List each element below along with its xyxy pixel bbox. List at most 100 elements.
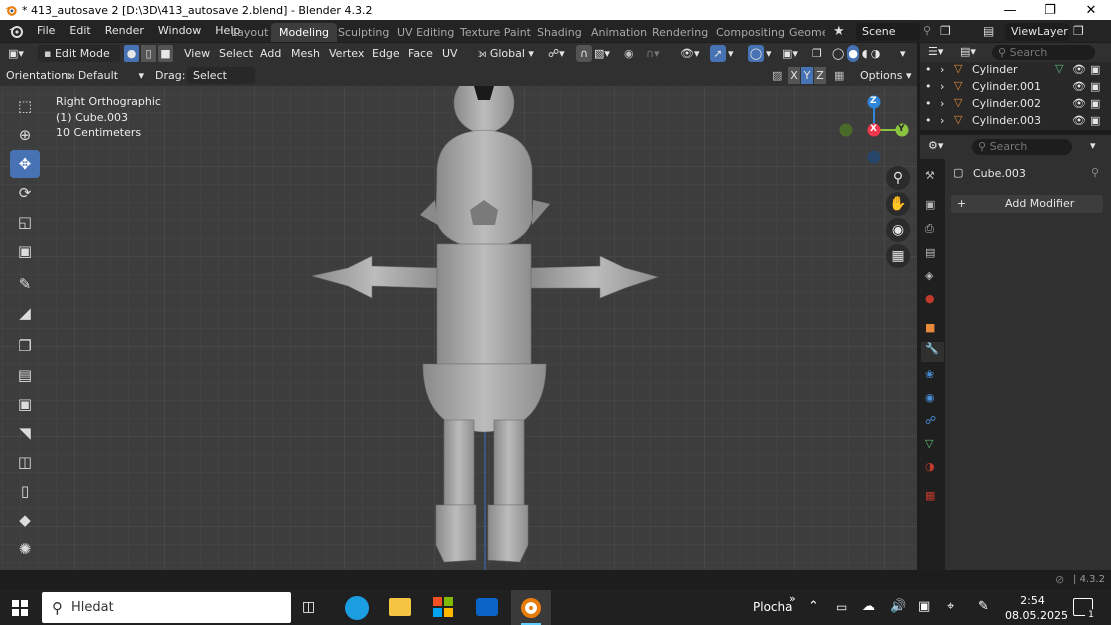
vertex-select-icon[interactable]: ● (124, 45, 139, 62)
snap-icon[interactable]: ∩ (576, 45, 592, 62)
eye-icon[interactable]: 👁 (1072, 97, 1086, 110)
outliner-search[interactable]: ⚲ Search (992, 45, 1095, 60)
render-tab-icon[interactable]: ▣ (925, 198, 935, 211)
close-icon[interactable]: ✕ (1071, 0, 1111, 20)
overlays-icon[interactable]: ◯ (748, 45, 764, 62)
pin-icon[interactable]: ⚲ (923, 24, 931, 37)
file-explorer-icon[interactable] (389, 598, 411, 616)
transform-orientation-selector[interactable]: ⟕ Global ▾ (478, 45, 542, 62)
eye-icon[interactable]: 👁 (1072, 114, 1086, 127)
camera-view-icon[interactable]: ◉ (886, 218, 910, 242)
spin-tool-icon[interactable]: ✺ (10, 535, 40, 563)
world-tab-icon[interactable]: ● (925, 292, 935, 305)
battery-icon[interactable]: ▭ (836, 600, 847, 614)
overlays-dropdown-icon[interactable]: ▾ (766, 45, 772, 62)
outlook-icon[interactable] (476, 598, 498, 616)
desktop-expand-icon[interactable]: » (789, 592, 796, 605)
proportional-edit-icon[interactable]: ◉ (624, 45, 634, 62)
rendered-shading-icon[interactable]: ◑ (871, 45, 881, 62)
tab-modeling[interactable]: Modeling (271, 23, 338, 42)
clock[interactable]: 2:54 08.05.2025 (1005, 593, 1068, 623)
gizmo-toggle-icon[interactable]: ➚ (710, 45, 726, 62)
blender-menu-icon[interactable] (8, 23, 24, 39)
gizmo-dropdown-icon[interactable]: ▾ (728, 45, 734, 62)
editor-type-icon[interactable]: ▣▾ (8, 45, 34, 62)
tab-rendering[interactable]: Rendering (644, 23, 716, 42)
menu-add[interactable]: Add (260, 45, 281, 62)
menu-uv[interactable]: UV (442, 45, 458, 62)
menu-window[interactable]: Window (151, 20, 208, 42)
scene-selector[interactable]: Scene (856, 23, 920, 41)
axis-z-toggle[interactable]: Z (814, 67, 826, 84)
grid-view-icon[interactable]: ▦ (886, 244, 910, 268)
camera-icon[interactable]: ▣ (1090, 63, 1100, 76)
auto-merge-icon[interactable]: ▦ (834, 67, 844, 84)
menu-file[interactable]: File (30, 20, 62, 42)
mode-selector[interactable]: ▪ Edit Mode ▾ (38, 45, 120, 77)
data-tab-icon[interactable]: ▽ (925, 437, 933, 450)
pin-icon[interactable]: ⚲ (1091, 166, 1099, 179)
edge-browser-icon[interactable] (345, 596, 369, 620)
properties-editor-icon[interactable]: ⚙▾ (928, 139, 943, 152)
annotate-tool-icon[interactable]: ✎ (10, 270, 40, 298)
axis-y-toggle[interactable]: Y (801, 67, 813, 84)
loop-cut-tool-icon[interactable]: ◫ (10, 448, 40, 476)
properties-search[interactable]: ⚲ Search (972, 139, 1072, 155)
edge-select-icon[interactable]: ▯ (141, 45, 156, 62)
task-view-icon[interactable]: ◫ (302, 599, 315, 615)
eye-icon[interactable]: 👁 (1072, 80, 1086, 93)
scale-tool-icon[interactable]: ◱ (10, 208, 40, 236)
orientation-selector[interactable]: ⟕ Default ▾ (66, 67, 146, 84)
face-select-icon[interactable]: ■ (158, 45, 173, 62)
cursor-tool-icon[interactable]: ⊕ (10, 121, 40, 149)
physics-tab-icon[interactable]: ◉ (925, 391, 935, 404)
taskbar-search[interactable]: ⚲ Hledat (42, 592, 291, 623)
zoom-icon[interactable]: ⚲ (886, 166, 910, 190)
outliner-row[interactable]: • › ▽ Cylinder.003 👁 ▣ (920, 113, 1111, 130)
blender-taskbar-button[interactable] (511, 590, 551, 625)
tab-geometry[interactable]: Geome (781, 23, 825, 42)
menu-edge[interactable]: Edge (372, 45, 400, 62)
solid-shading-icon[interactable]: ● (847, 45, 859, 62)
tab-sculpting[interactable]: Sculpting (330, 23, 397, 42)
minimize-icon[interactable]: — (990, 0, 1030, 20)
bevel-tool-icon[interactable]: ◥ (10, 419, 40, 447)
rotate-tool-icon[interactable]: ⟳ (10, 179, 40, 207)
modifier-tab-icon[interactable]: 🔧 (921, 342, 944, 362)
snap-target-icon[interactable]: ▧▾ (594, 45, 610, 62)
menu-view[interactable]: View (184, 45, 210, 62)
wifi-icon[interactable]: ⌖ (947, 599, 954, 614)
menu-vertex[interactable]: Vertex (329, 45, 364, 62)
outliner-editor-icon[interactable]: ☰▾ (928, 45, 943, 58)
move-tool-icon[interactable]: ✥ (10, 150, 40, 178)
desktop-label[interactable]: Plocha (753, 600, 792, 614)
pen-icon[interactable]: ✎ (978, 599, 989, 614)
start-button-icon[interactable] (12, 600, 28, 616)
tab-layout[interactable]: Layout (223, 23, 276, 42)
new-view-layer-icon[interactable]: ❐ (1073, 24, 1084, 38)
camera-icon[interactable]: ▣ (1090, 114, 1100, 127)
pivot-point-icon[interactable]: ☍▾ (548, 45, 565, 62)
scene-icon[interactable]: ★ (833, 24, 853, 40)
view-layer-selector[interactable]: ViewLayer (1005, 23, 1069, 41)
pan-hand-icon[interactable]: ✋ (886, 192, 910, 216)
chevron-down-icon[interactable]: ▾ (1090, 139, 1096, 152)
volume-icon[interactable]: 🔊 (890, 599, 906, 614)
xray-icon[interactable]: ❐ (812, 45, 822, 62)
onedrive-cloud-icon[interactable]: ☁ (862, 599, 875, 614)
tab-texture-paint[interactable]: Texture Paint (452, 23, 539, 42)
scene-tab-icon[interactable]: ◈ (925, 269, 933, 282)
expand-arrow-icon[interactable]: › (940, 97, 944, 110)
expand-arrow-icon[interactable]: › (940, 80, 944, 93)
knife-tool-icon[interactable]: ▯ (10, 477, 40, 505)
menu-render[interactable]: Render (98, 20, 151, 42)
options-dropdown[interactable]: Options ▾ (860, 67, 911, 84)
mirror-icon[interactable]: ▨ (772, 67, 782, 84)
camera-icon[interactable]: ▣ (1090, 80, 1100, 93)
add-modifier-button[interactable]: + Add Modifier (951, 195, 1103, 213)
expand-arrow-icon[interactable]: › (940, 63, 944, 76)
output-tab-icon[interactable]: ⎙ (925, 222, 934, 236)
transform-tool-icon[interactable]: ▣ (10, 237, 40, 265)
extrude-tool-icon[interactable]: ▤ (10, 361, 40, 389)
display-mode-icon[interactable]: ▤▾ (960, 45, 976, 58)
